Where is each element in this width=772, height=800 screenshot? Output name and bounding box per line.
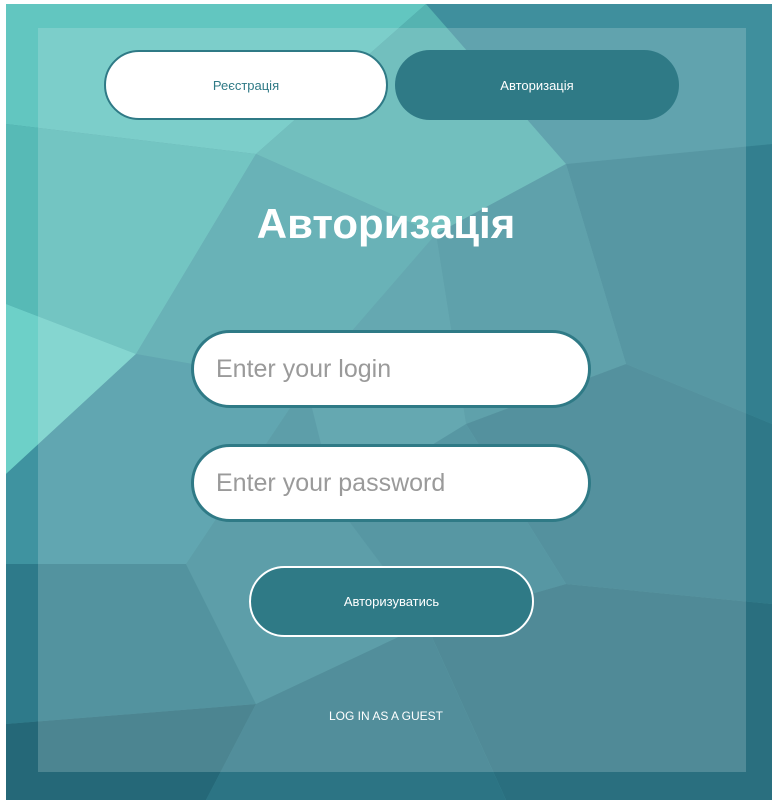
page-title: Авторизація	[256, 200, 516, 247]
tab-login[interactable]: Авторизація	[395, 50, 679, 120]
login-input[interactable]	[191, 330, 591, 408]
tab-register-label: Реєстрація	[212, 77, 280, 93]
tab-register[interactable]: Реєстрація	[104, 50, 388, 120]
guest-login-link[interactable]: LOG IN AS A GUEST	[0, 709, 772, 723]
submit-button[interactable]: Авторизуватись	[249, 566, 534, 637]
submit-button-label: Авторизуватись	[343, 594, 440, 609]
tab-login-label: Авторизація	[500, 77, 574, 93]
password-input[interactable]	[191, 444, 591, 522]
